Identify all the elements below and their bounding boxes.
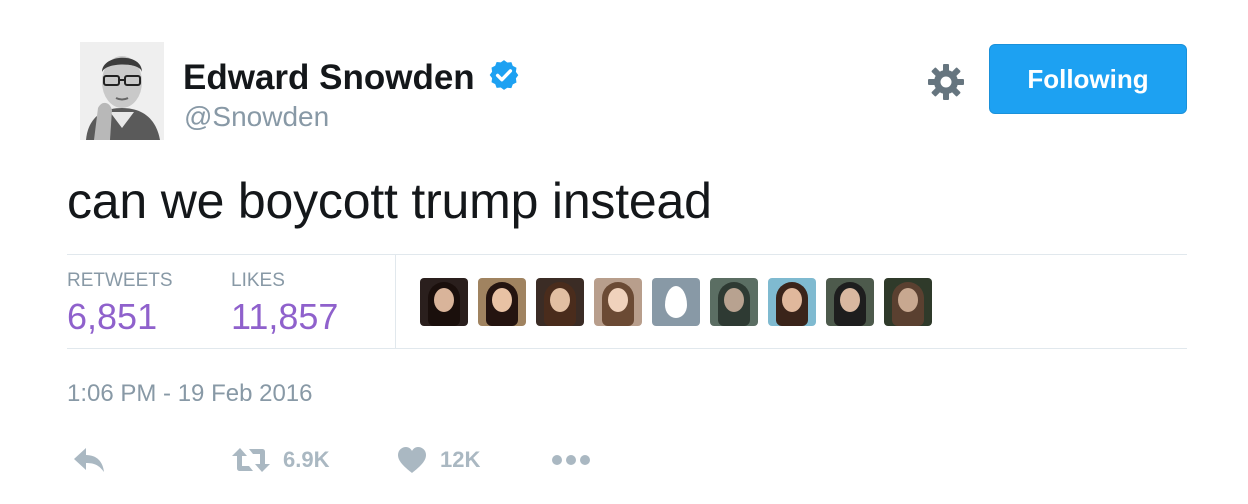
tweet-text: can we boycott trump instead: [67, 173, 712, 229]
liker-photo-face: [492, 288, 512, 312]
liker-photo-face: [724, 288, 744, 312]
retweets-count: 6,851: [67, 296, 158, 337]
retweet-count: 6.9K: [283, 447, 330, 472]
avatar-portrait: [80, 42, 164, 140]
retweet-icon: [232, 448, 270, 472]
author-name[interactable]: Edward Snowden: [183, 58, 475, 98]
likes-stat[interactable]: LIKES 11,857: [231, 270, 338, 338]
likes-count: 11,857: [231, 296, 339, 337]
liker-avatar[interactable]: [478, 278, 526, 326]
liker-photo-face: [434, 288, 454, 312]
liker-photo-face: [840, 288, 860, 312]
heart-icon: [398, 447, 426, 473]
liker-photo-face: [898, 288, 918, 312]
liker-photo-face: [782, 288, 802, 312]
author-avatar[interactable]: [80, 42, 164, 140]
retweet-button[interactable]: 6.9K: [231, 440, 329, 480]
author-handle[interactable]: @Snowden: [184, 101, 329, 133]
stats-divider-top: [67, 254, 1187, 255]
liker-avatar[interactable]: [536, 278, 584, 326]
like-button[interactable]: 12K: [396, 440, 480, 480]
liker-avatar[interactable]: [768, 278, 816, 326]
like-count: 12K: [440, 447, 481, 472]
tweet-card: Edward Snowden @Snowden Following can we…: [0, 0, 1248, 504]
stats-vertical-divider: [395, 255, 396, 348]
stats-divider-bottom: [67, 348, 1187, 349]
liker-avatar[interactable]: [710, 278, 758, 326]
tweet-timestamp[interactable]: 1:06 PM - 19 Feb 2016: [67, 380, 312, 408]
likers-avatars: [420, 278, 932, 326]
likes-label: LIKES: [231, 270, 285, 291]
liker-avatar[interactable]: [826, 278, 874, 326]
reply-button[interactable]: [72, 440, 106, 480]
reply-icon: [74, 448, 104, 472]
retweets-label: RETWEETS: [67, 270, 173, 291]
more-icon: [552, 455, 590, 465]
liker-avatar[interactable]: [884, 278, 932, 326]
liker-avatar[interactable]: [420, 278, 468, 326]
verified-badge-icon: [489, 60, 519, 90]
more-button[interactable]: [551, 440, 591, 480]
egg-icon: [665, 286, 687, 318]
liker-photo-face: [550, 288, 570, 312]
liker-photo-face: [608, 288, 628, 312]
following-button[interactable]: Following: [989, 44, 1187, 114]
gear-icon[interactable]: [926, 62, 966, 102]
liker-avatar[interactable]: [652, 278, 700, 326]
liker-avatar[interactable]: [594, 278, 642, 326]
retweets-stat[interactable]: RETWEETS 6,851: [67, 270, 173, 338]
